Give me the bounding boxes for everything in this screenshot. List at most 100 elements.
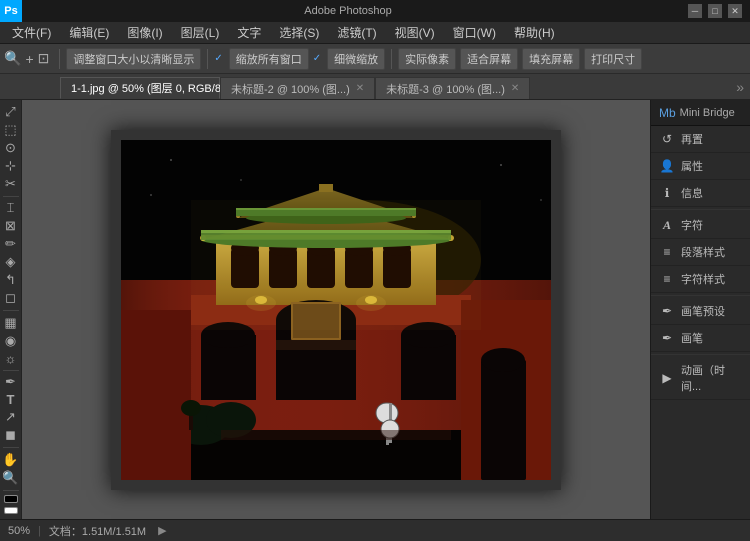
canvas-area [22,100,650,519]
panel-separator-1 [651,209,750,210]
toolbar: 🔍 + ⊡ 调整窗口大小以清晰显示 ✓ 缩放所有窗口 ✓ 细微缩放 实际像素 适… [0,44,750,74]
panel-item-brush[interactable]: ✒ 画笔 [651,325,750,352]
clone-stamp-tool[interactable]: ◈ [1,254,21,270]
panel-item-attributes[interactable]: 👤 属性 [651,153,750,180]
photo-svg [121,140,551,480]
panel-item-revert[interactable]: ↺ 再置 [651,126,750,153]
menu-view[interactable]: 视图(V) [387,22,443,43]
actual-pixels-btn[interactable]: 实际像素 [398,48,456,70]
panel-item-brush-preset[interactable]: ✒ 画笔预设 [651,298,750,325]
zoom-tool-group: 🔍 + ⊡ [4,50,49,67]
blur-tool[interactable]: ◉ [1,333,21,349]
photo-canvas [121,140,551,480]
quick-selection-tool[interactable]: ⊹ [1,158,21,174]
tab-3-close[interactable]: ✕ [511,83,519,94]
panel-item-character-style-label: 字符样式 [681,271,725,287]
panel-item-character-style[interactable]: ≡ 字符样式 [651,266,750,293]
panel-separator-2 [651,295,750,296]
tab-3-label: 未标题-3 @ 100% (图...) [386,81,505,97]
maximize-button[interactable]: □ [708,4,722,18]
panel-item-animation-label: 动画（时间... [681,362,742,394]
close-button[interactable]: ✕ [728,4,742,18]
zoom-out-icon[interactable]: 🔍 [4,50,21,67]
right-panel: Mb Mini Bridge ↺ 再置 👤 属性 ℹ 信息 A 字符 ≡ 段落样… [650,100,750,519]
left-toolbar: ⤢ ⬚ ⊙ ⊹ ✂ ⌶ ⊠ ✏ ◈ ↰ ◻ ▦ ◉ ☼ ✒ T ↗ ◼ ✋ 🔍 [0,100,22,519]
menu-file[interactable]: 文件(F) [4,22,59,43]
resize-window-btn[interactable]: 调整窗口大小以清晰显示 [66,48,201,70]
shape-tool[interactable]: ◼ [1,427,21,443]
fit-all-check: ✓ [214,53,222,64]
zoom-standard-icon[interactable]: ⊡ [38,50,50,67]
panel-item-info-label: 信息 [681,185,703,201]
eraser-tool[interactable]: ◻ [1,290,21,306]
menu-text[interactable]: 文字 [229,22,269,43]
character-icon: A [659,217,675,233]
zoom-tool[interactable]: 🔍 [1,470,21,486]
move-tool[interactable]: ⤢ [1,104,21,120]
status-bar: 50% | 文档：1.51M/1.51M ▶ [0,519,750,541]
crop-tool[interactable]: ✂ [1,176,21,192]
brush-preset-icon: ✒ [659,303,675,319]
history-brush-tool[interactable]: ↰ [1,272,21,288]
path-selection-tool[interactable]: ↗ [1,409,21,425]
window-title: Adobe Photoshop [8,5,688,17]
main-area: ⤢ ⬚ ⊙ ⊹ ✂ ⌶ ⊠ ✏ ◈ ↰ ◻ ▦ ◉ ☼ ✒ T ↗ ◼ ✋ 🔍 [0,100,750,519]
tab-2[interactable]: 未标题-2 @ 100% (图...) ✕ [220,77,375,99]
panel-item-info[interactable]: ℹ 信息 [651,180,750,207]
toolbar-separator-2 [207,49,208,69]
panel-item-paragraph-style-label: 段落样式 [681,244,725,260]
zoom-fit-btn[interactable]: 细微缩放 [327,48,385,70]
status-separator: | [38,525,41,537]
window-controls: ─ □ ✕ [688,4,742,18]
menu-select[interactable]: 选择(S) [271,22,327,43]
status-arrow-btn[interactable]: ▶ [158,524,166,537]
menu-layer[interactable]: 图层(L) [173,22,228,43]
toolbar-separator-1 [59,49,60,69]
tab-overflow-arrow[interactable]: » [730,79,750,95]
tab-1[interactable]: 1-1.jpg @ 50% (图层 0, RGB/8) * ✕ [60,77,220,99]
panel-item-paragraph-style[interactable]: ≡ 段落样式 [651,239,750,266]
background-color-swatch[interactable] [4,507,18,514]
panel-title: Mini Bridge [680,107,735,119]
paragraph-style-icon: ≡ [659,244,675,260]
pen-tool[interactable]: ✒ [1,374,21,390]
gradient-tool[interactable]: ▦ [1,315,21,331]
lasso-tool[interactable]: ⊙ [1,140,21,156]
panel-item-animation[interactable]: ▶ 动画（时间... [651,357,750,400]
menu-edit[interactable]: 编辑(E) [61,22,117,43]
fill-screen-btn[interactable]: 填充屏幕 [522,48,580,70]
panel-item-attributes-label: 属性 [681,158,703,174]
rectangular-marquee-tool[interactable]: ⬚ [1,122,21,138]
character-style-icon: ≡ [659,271,675,287]
brush-tool[interactable]: ✏ [1,236,21,252]
menu-bar: 文件(F) 编辑(E) 图像(I) 图层(L) 文字 选择(S) 滤镜(T) 视… [0,22,750,44]
ps-logo: Ps [0,0,22,22]
mini-bridge-icon: Mb [659,106,676,120]
print-size-btn[interactable]: 打印尺寸 [584,48,642,70]
fit-all-btn[interactable]: 缩放所有窗口 [229,48,309,70]
tab-3[interactable]: 未标题-3 @ 100% (图...) ✕ [375,77,530,99]
panel-item-brush-preset-label: 画笔预设 [681,303,725,319]
doc-info-label: 文档：1.51M/1.51M [49,523,146,539]
menu-image[interactable]: 图像(I) [119,22,170,43]
menu-help[interactable]: 帮助(H) [506,22,563,43]
eyedropper-tool[interactable]: ⌶ [1,200,21,216]
zoom-level: 50% [8,525,30,537]
zoom-in-icon[interactable]: + [25,51,33,67]
panel-header: Mb Mini Bridge [651,100,750,126]
dodge-tool[interactable]: ☼ [1,351,21,366]
hand-tool[interactable]: ✋ [1,452,21,468]
panel-item-character[interactable]: A 字符 [651,212,750,239]
tab-2-label: 未标题-2 @ 100% (图...) [231,81,350,97]
menu-window[interactable]: 窗口(W) [445,22,504,43]
foreground-color-swatch[interactable] [4,495,18,502]
minimize-button[interactable]: ─ [688,4,702,18]
tab-2-close[interactable]: ✕ [356,83,364,94]
type-tool[interactable]: T [1,392,21,407]
revert-icon: ↺ [659,131,675,147]
fit-screen-btn[interactable]: 适合屏幕 [460,48,518,70]
brush-icon: ✒ [659,330,675,346]
menu-filter[interactable]: 滤镜(T) [329,22,384,43]
spot-healing-tool[interactable]: ⊠ [1,218,21,234]
animation-icon: ▶ [659,370,675,386]
